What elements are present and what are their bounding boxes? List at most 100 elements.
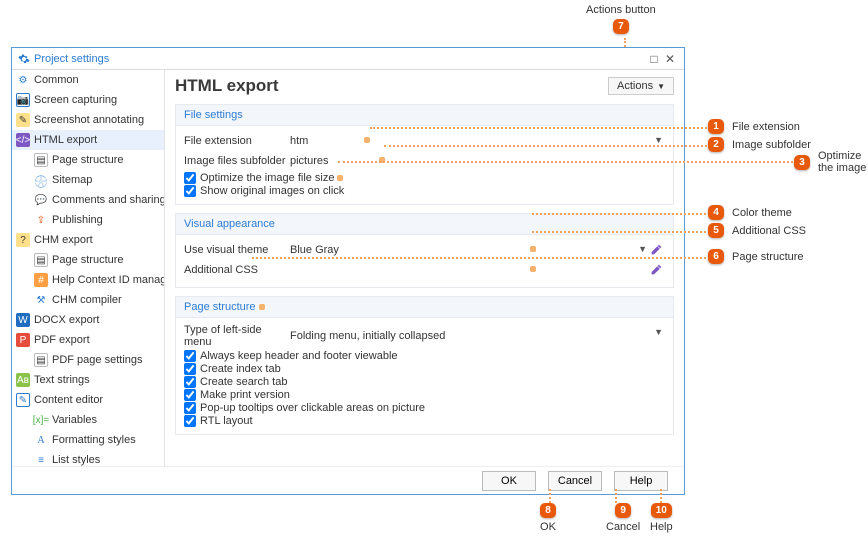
- sidebar-item-common[interactable]: ⚙Common: [12, 70, 164, 90]
- checkbox-rtl[interactable]: RTL layout: [184, 415, 665, 427]
- callout-marker: [259, 304, 265, 310]
- callout-marker: [364, 137, 370, 143]
- sidebar: ⚙Common 📷Screen capturing ✎Screenshot an…: [12, 70, 165, 466]
- section-visual-appearance: Visual appearance Use visual theme Blue …: [175, 213, 674, 288]
- text-icon: Aв: [16, 373, 30, 387]
- file-extension-combo[interactable]: htm: [290, 135, 308, 147]
- checkbox-input[interactable]: [184, 376, 196, 388]
- sidebar-item-htmlexport[interactable]: </>HTML export: [12, 130, 164, 150]
- checkbox-headerfooter[interactable]: Always keep header and footer viewable: [184, 350, 665, 362]
- var-icon: [x]=: [34, 413, 48, 427]
- checkbox-label: Make print version: [200, 389, 290, 401]
- maximize-button[interactable]: □: [646, 52, 662, 66]
- section-page-structure: Page structure Type of left-side menu Fo…: [175, 296, 674, 435]
- sidebar-item-liststyles[interactable]: ≡List styles: [12, 450, 164, 466]
- callout-label: Additional CSS: [732, 225, 806, 237]
- main-panel: HTML export Actions▼ File settings File …: [165, 70, 684, 466]
- sidebar-item-chmcompiler[interactable]: ⚒ CHM compiler: [12, 290, 164, 310]
- sidebar-item-label: CHM compiler: [52, 294, 122, 306]
- sidebar-item-pagestructure[interactable]: ▤Page structure: [12, 150, 164, 170]
- pencil-icon[interactable]: [650, 263, 663, 276]
- actions-button[interactable]: Actions▼: [608, 77, 674, 95]
- sidebar-item-variables[interactable]: [x]=Variables: [12, 410, 164, 430]
- callout-badge: 6: [708, 249, 724, 264]
- pencil-icon[interactable]: [650, 243, 663, 256]
- callout-label: Help: [650, 521, 673, 533]
- section-title-text: Page structure: [184, 301, 256, 313]
- ok-button[interactable]: OK: [482, 471, 536, 491]
- checkbox-input[interactable]: [184, 363, 196, 375]
- checkbox-input[interactable]: [184, 389, 196, 401]
- checkbox-indextab[interactable]: Create index tab: [184, 363, 665, 375]
- checkbox-input[interactable]: [184, 172, 196, 184]
- dialog-footer: OK Cancel Help: [12, 466, 684, 494]
- sidebar-item-label: CHM export: [34, 234, 93, 246]
- html-icon: </>: [16, 133, 30, 147]
- chevron-down-icon[interactable]: ▼: [654, 327, 663, 337]
- callout-badge: 10: [651, 503, 672, 518]
- sidebar-item-annotating[interactable]: ✎Screenshot annotating: [12, 110, 164, 130]
- cancel-button[interactable]: Cancel: [548, 471, 602, 491]
- section-header: File settings: [176, 105, 673, 126]
- menu-type-combo[interactable]: Folding menu, initially collapsed: [290, 330, 445, 342]
- checkbox-label: Show original images on click: [200, 185, 344, 197]
- callout-label: Image subfolder: [732, 139, 811, 151]
- sidebar-item-formatting[interactable]: AFormatting styles: [12, 430, 164, 450]
- sidebar-item-docx[interactable]: WDOCX export: [12, 310, 164, 330]
- callout-marker: [337, 175, 343, 181]
- checkbox-label: Pop-up tooltips over clickable areas on …: [200, 402, 425, 414]
- sidebar-item-label: Screenshot annotating: [34, 114, 144, 126]
- field-label: Additional CSS: [184, 264, 290, 276]
- sidebar-item-textstrings[interactable]: Aв Text strings: [12, 370, 164, 390]
- callout-badge: 9: [615, 503, 631, 518]
- sidebar-item-screencapturing[interactable]: 📷Screen capturing: [12, 90, 164, 110]
- checkbox-input[interactable]: [184, 350, 196, 362]
- checkbox-tooltips[interactable]: Pop-up tooltips over clickable areas on …: [184, 402, 665, 414]
- sidebar-item-label: Text strings: [34, 374, 90, 386]
- callout-label: Cancel: [606, 521, 640, 533]
- sidebar-item-label: List styles: [52, 454, 100, 466]
- checkbox-showoriginal[interactable]: Show original images on click: [184, 185, 665, 197]
- checkbox-input[interactable]: [184, 185, 196, 197]
- dialog-window: Project settings □ ✕ ⚙Common 📷Screen cap…: [11, 47, 685, 495]
- chevron-down-icon[interactable]: ▼: [638, 244, 647, 254]
- checkbox-label: Create search tab: [200, 376, 287, 388]
- publish-icon: ⇪: [34, 213, 48, 227]
- image-subfolder-input[interactable]: pictures: [290, 155, 329, 167]
- checkbox-input[interactable]: [184, 415, 196, 427]
- sidebar-item-pagestructure2[interactable]: ▤Page structure: [12, 250, 164, 270]
- docx-icon: W: [16, 313, 30, 327]
- connector: [384, 145, 707, 147]
- compiler-icon: ⚒: [34, 293, 48, 307]
- sitemap-icon: 𓇽: [34, 173, 48, 187]
- window-title: Project settings: [34, 53, 646, 65]
- sidebar-item-comments[interactable]: 💬Comments and sharing: [12, 190, 164, 210]
- help-button[interactable]: Help: [614, 471, 668, 491]
- sidebar-item-label: Content editor: [34, 394, 103, 406]
- checkbox-printversion[interactable]: Make print version: [184, 389, 665, 401]
- sidebar-item-chmexport[interactable]: ?CHM export: [12, 230, 164, 250]
- sidebar-item-label: Sitemap: [52, 174, 92, 186]
- titlebar: Project settings □ ✕: [12, 48, 684, 70]
- sidebar-item-helpcontext[interactable]: #Help Context ID management: [12, 270, 164, 290]
- sidebar-item-label: Comments and sharing: [52, 194, 165, 206]
- callout-badge: 2: [708, 137, 724, 152]
- checkbox-label: Create index tab: [200, 363, 281, 375]
- checkbox-input[interactable]: [184, 402, 196, 414]
- sidebar-item-publishing[interactable]: ⇪ Publishing: [12, 210, 164, 230]
- callout-label: OK: [540, 521, 556, 533]
- sidebar-item-label: Publishing: [52, 214, 103, 226]
- chevron-down-icon[interactable]: ▼: [654, 135, 663, 145]
- checkbox-optimize[interactable]: Optimize the image file size: [184, 172, 665, 184]
- sidebar-item-sitemap[interactable]: 𓇽 Sitemap: [12, 170, 164, 190]
- field-label: Use visual theme: [184, 244, 290, 256]
- sidebar-item-contenteditor[interactable]: ✎Content editor: [12, 390, 164, 410]
- checkbox-searchtab[interactable]: Create search tab: [184, 376, 665, 388]
- sidebar-item-pdfpage[interactable]: ▤PDF page settings: [12, 350, 164, 370]
- sidebar-item-pdf[interactable]: PPDF export: [12, 330, 164, 350]
- camera-icon: 📷: [16, 93, 30, 107]
- close-button[interactable]: ✕: [662, 52, 678, 66]
- theme-combo[interactable]: Blue Gray: [290, 244, 339, 256]
- callout-marker: [530, 266, 536, 272]
- sidebar-item-label: Page structure: [52, 254, 124, 266]
